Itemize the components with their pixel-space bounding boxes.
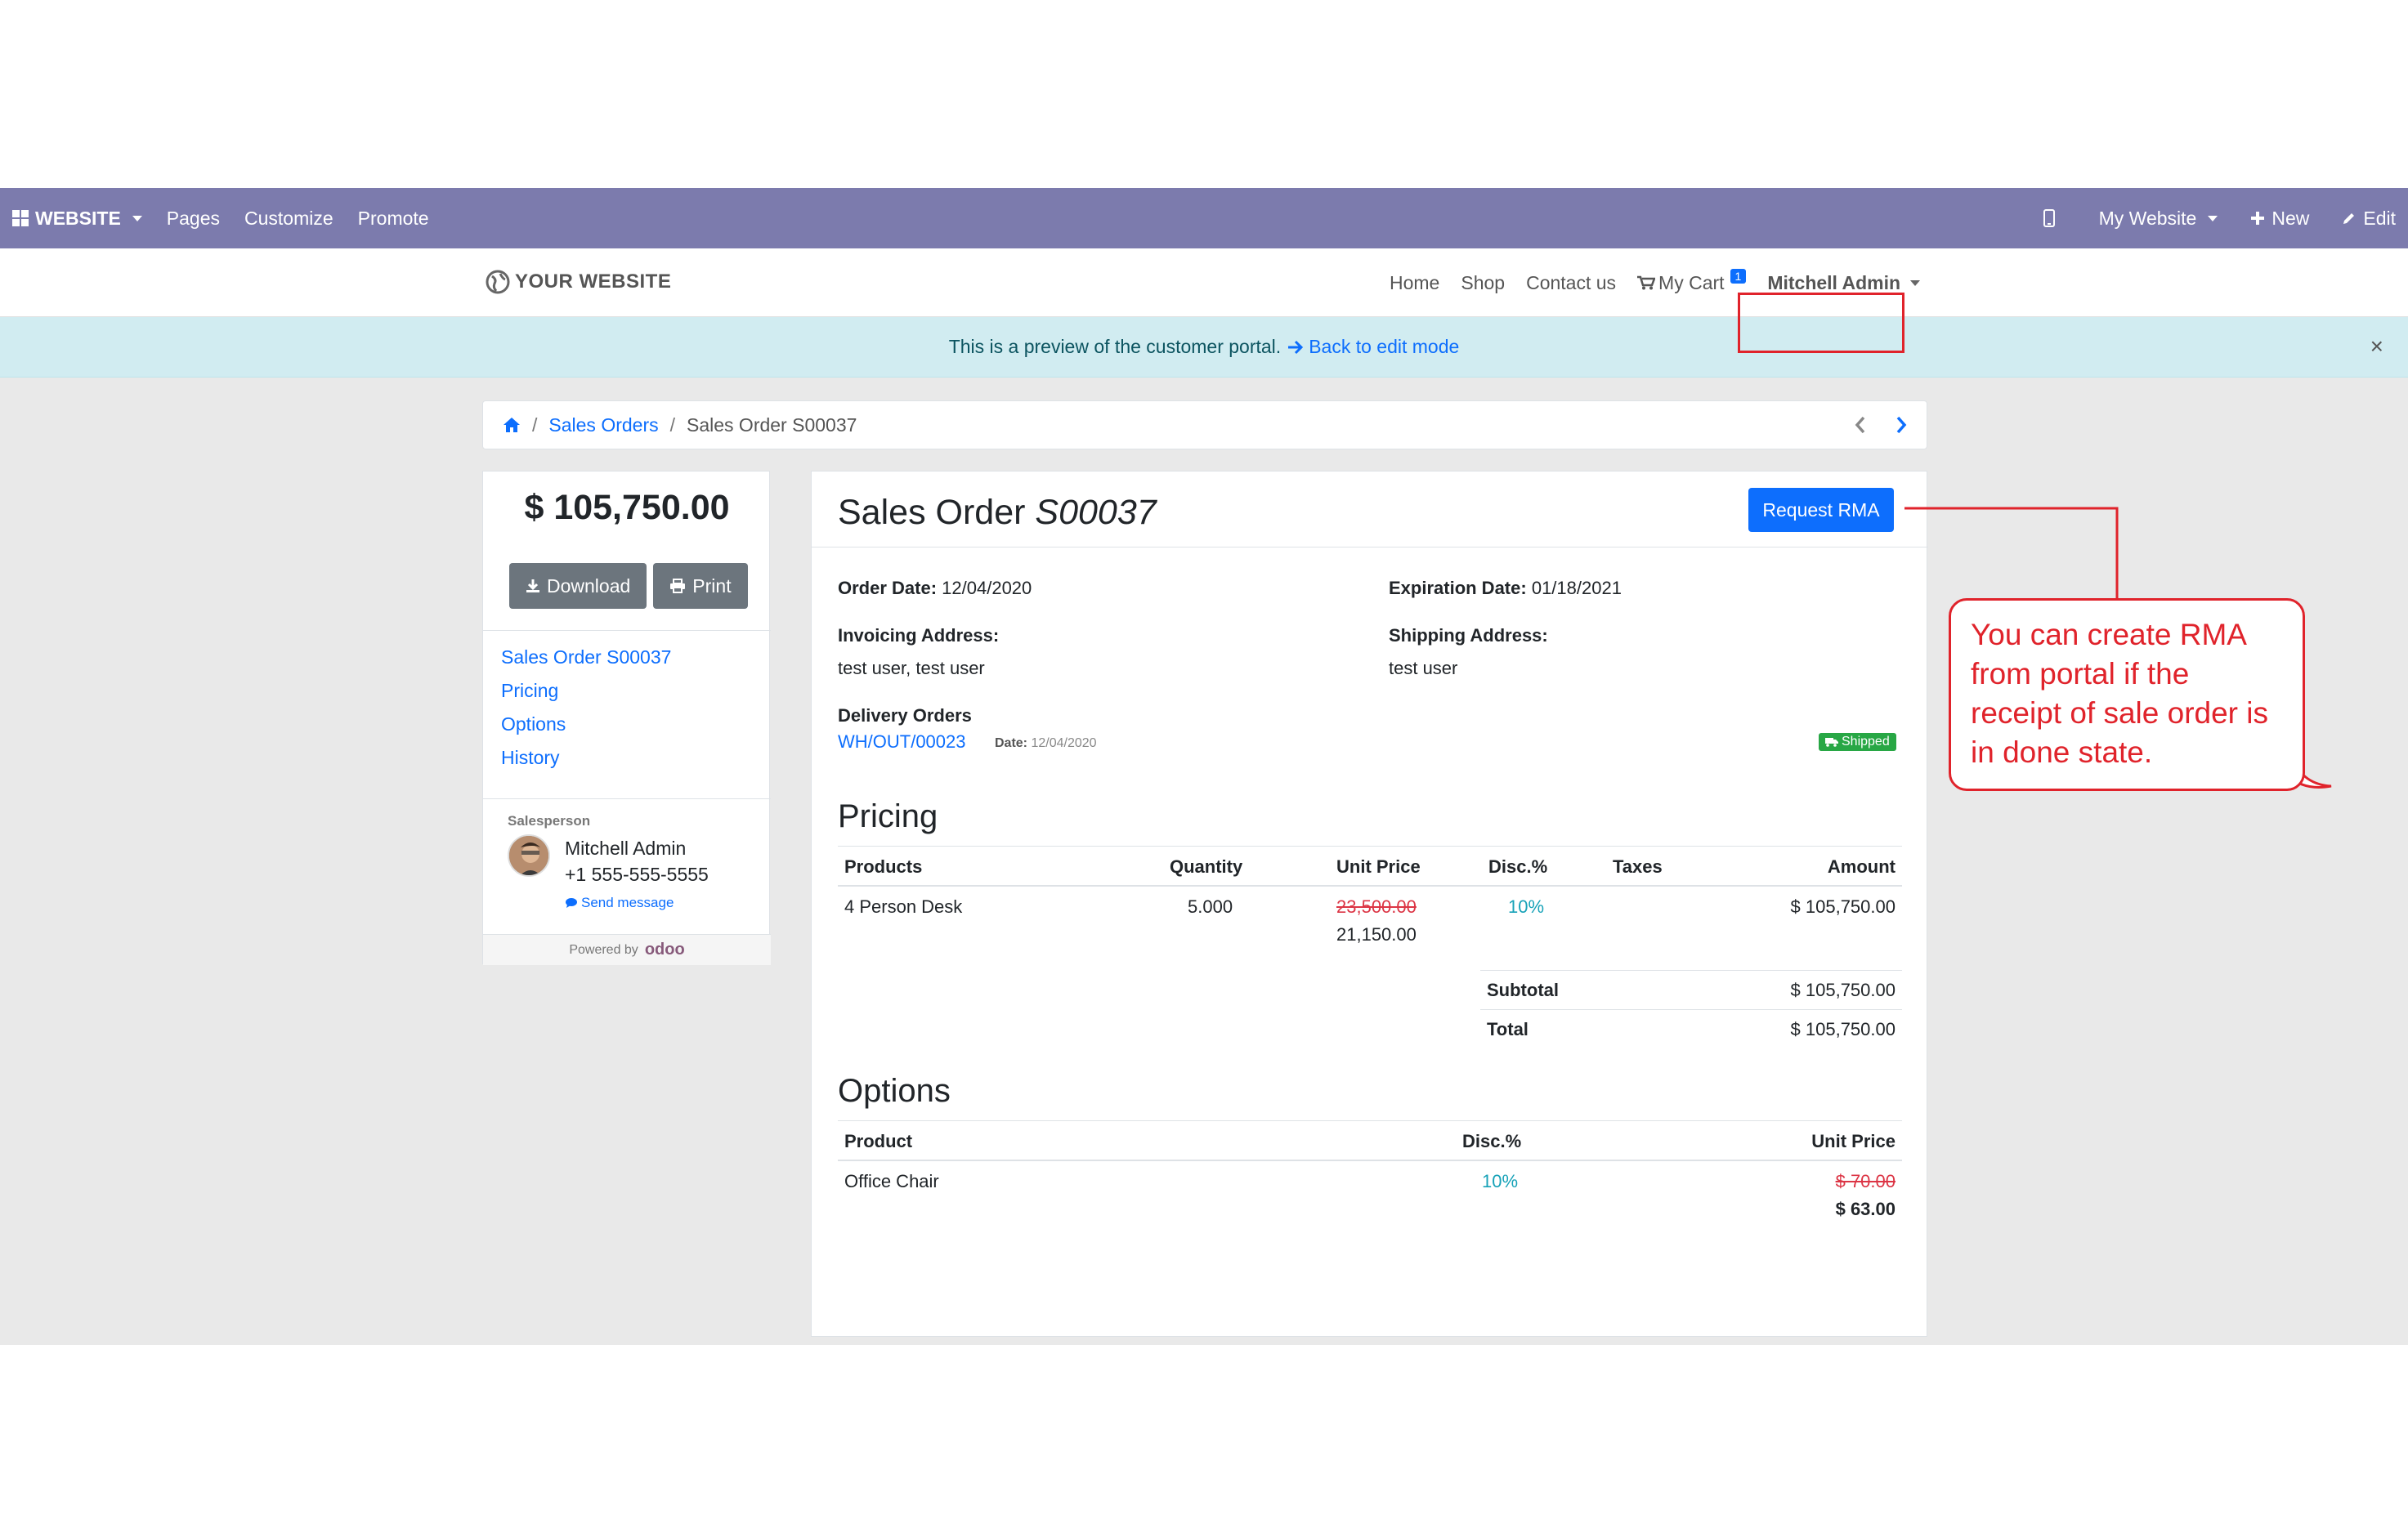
annotation-callout: You can create RMA from portal if the re… (1949, 598, 2305, 791)
